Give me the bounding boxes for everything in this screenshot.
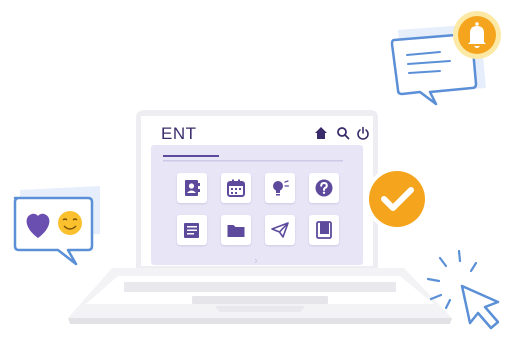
tile-documents[interactable] (177, 215, 207, 245)
app-title: ENT (161, 124, 197, 143)
power-icon[interactable] (356, 126, 370, 140)
laptop-base (68, 268, 452, 324)
lightbulb-icon (273, 180, 290, 196)
contacts-book-icon (185, 180, 200, 196)
home-icon[interactable] (314, 126, 328, 140)
next-chevron-icon[interactable]: › (254, 255, 258, 267)
illustration-drawing (13, 11, 501, 330)
book-icon (316, 221, 332, 239)
calendar-icon (227, 179, 245, 197)
send-paper-plane-icon (271, 222, 289, 238)
folder-icon (227, 225, 245, 237)
tile-ideas[interactable] (265, 173, 295, 203)
help-question-icon (315, 179, 333, 197)
tile-folder[interactable] (221, 215, 251, 245)
tile-contacts[interactable] (177, 173, 207, 203)
tile-help[interactable] (309, 173, 339, 203)
tile-book[interactable] (309, 215, 339, 245)
tile-messages[interactable] (265, 215, 295, 245)
checkmark-badge (365, 167, 429, 231)
notification-bubble (390, 11, 501, 106)
tile-calendar[interactable] (221, 173, 251, 203)
search-icon[interactable] (336, 126, 350, 140)
document-icon (184, 223, 199, 238)
chat-bubble-heart (13, 186, 100, 266)
illustration: ENT › (0, 0, 508, 338)
